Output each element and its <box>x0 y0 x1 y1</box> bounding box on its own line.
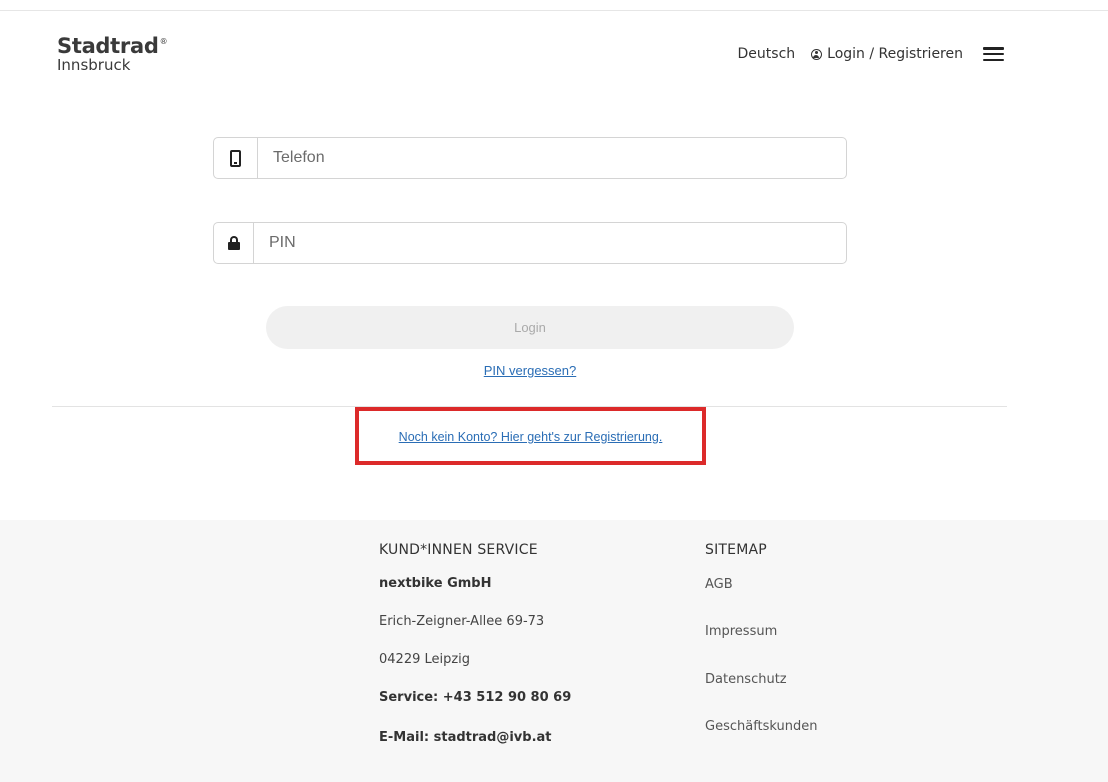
site-logo[interactable]: Stadtrad® Innsbruck <box>57 34 168 74</box>
pin-field <box>213 222 847 264</box>
register-link[interactable]: Noch kein Konto? Hier geht's zur Registr… <box>399 430 663 444</box>
logo-sub-text: Innsbruck <box>57 56 131 74</box>
forgot-pin-row: PIN vergessen? <box>0 363 1060 378</box>
phone-addon <box>214 138 258 178</box>
city-address: 04229 Leipzig <box>379 652 471 667</box>
logo-main-text: Stadtrad® <box>57 34 168 58</box>
footer-sitemap-column: SITEMAP AGB Impressum Datenschutz Geschä… <box>705 542 818 734</box>
footer: KUND*INNEN SERVICE nextbike GmbH Erich-Z… <box>0 520 1108 782</box>
top-divider <box>0 10 1108 11</box>
login-register-label: Login / Registrieren <box>827 46 963 62</box>
service-phone[interactable]: Service: +43 512 90 80 69 <box>379 690 571 705</box>
login-register-link[interactable]: Login / Registrieren <box>811 46 963 62</box>
sitemap-link-agb[interactable]: AGB <box>705 577 733 592</box>
lock-icon <box>227 236 240 250</box>
register-row: Noch kein Konto? Hier geht's zur Registr… <box>355 430 706 444</box>
login-button[interactable]: Login <box>266 306 794 349</box>
top-nav: Deutsch Login / Registrieren <box>738 46 1004 62</box>
street-address: Erich-Zeigner-Allee 69-73 <box>379 614 545 629</box>
footer-service-column: KUND*INNEN SERVICE nextbike GmbH Erich-Z… <box>379 542 571 745</box>
hamburger-menu-icon[interactable] <box>983 47 1004 61</box>
user-circle-icon <box>811 48 823 60</box>
sitemap-link-impressum[interactable]: Impressum <box>705 624 777 639</box>
service-heading: KUND*INNEN SERVICE <box>379 542 538 558</box>
sitemap-link-geschaeftskunden[interactable]: Geschäftskunden <box>705 719 818 734</box>
pin-addon <box>214 223 254 263</box>
sitemap-link-datenschutz[interactable]: Datenschutz <box>705 672 787 687</box>
language-selector[interactable]: Deutsch <box>738 46 796 62</box>
phone-field <box>213 137 847 179</box>
company-name: nextbike GmbH <box>379 576 492 591</box>
pin-input[interactable] <box>254 223 846 263</box>
service-email[interactable]: E-Mail: stadtrad@ivb.at <box>379 730 552 745</box>
forgot-pin-link[interactable]: PIN vergessen? <box>484 363 577 378</box>
phone-input[interactable] <box>258 138 846 178</box>
sitemap-heading: SITEMAP <box>705 542 767 558</box>
phone-icon <box>230 149 241 167</box>
